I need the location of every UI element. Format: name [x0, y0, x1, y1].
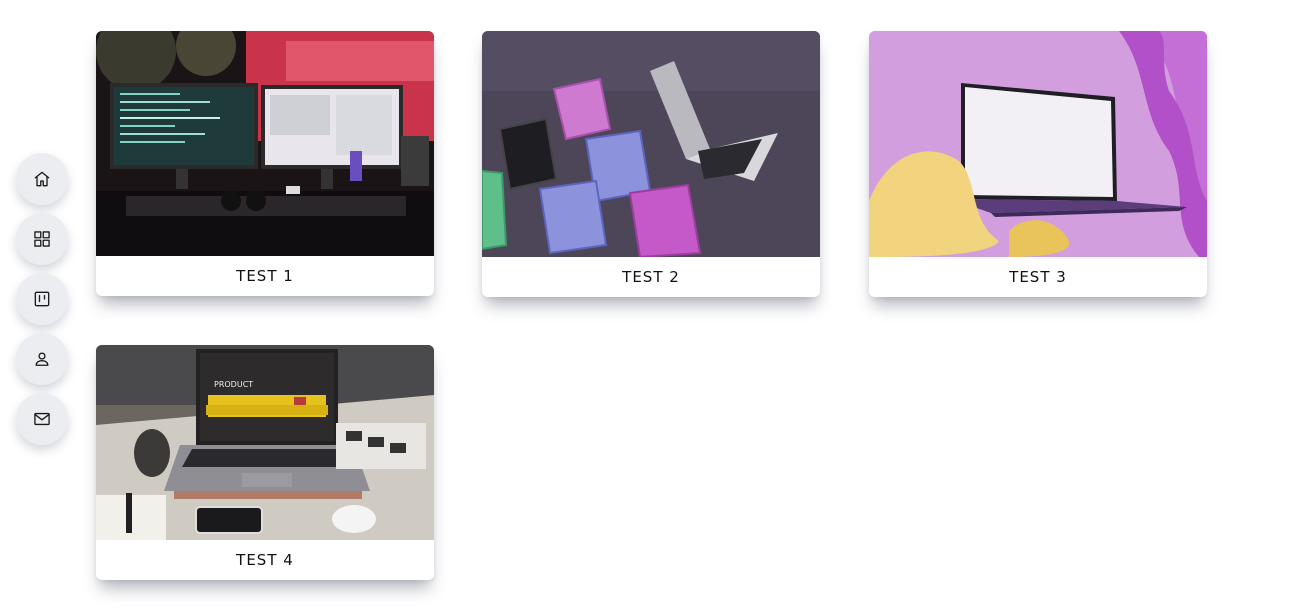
project-card-3[interactable]: TEST 3 — [869, 31, 1207, 297]
mail-icon — [34, 412, 50, 426]
home-icon — [34, 171, 50, 187]
project-card-1[interactable]: TEST 1 — [96, 31, 434, 296]
portfolio-page: TEST 1 TEST 2 TEST 3 PRODUCT TEST 4 — [0, 0, 1303, 612]
laptop-product-page-image: PRODUCT — [96, 345, 434, 540]
project-card-2[interactable]: TEST 2 — [482, 31, 820, 297]
card-title: TEST 3 — [1009, 268, 1067, 286]
card-title: TEST 2 — [622, 268, 680, 286]
kanban-icon — [34, 291, 50, 307]
floating-sidebar-nav — [16, 153, 68, 445]
user-icon — [35, 352, 49, 366]
nav-board-button[interactable] — [16, 273, 68, 325]
card-title: TEST 4 — [236, 551, 294, 569]
nav-home-button[interactable] — [16, 153, 68, 205]
card-title: TEST 1 — [236, 267, 294, 285]
svg-text:PRODUCT: PRODUCT — [214, 380, 253, 389]
shopping-baskets-laptop-image — [482, 31, 820, 257]
nav-apps-button[interactable] — [16, 213, 68, 265]
project-card-4[interactable]: PRODUCT TEST 4 — [96, 345, 434, 580]
nav-profile-button[interactable] — [16, 333, 68, 385]
floating-laptop-image — [869, 31, 1207, 257]
grid-icon — [34, 231, 50, 247]
desk-monitors-image — [96, 31, 434, 256]
nav-contact-button[interactable] — [16, 393, 68, 445]
